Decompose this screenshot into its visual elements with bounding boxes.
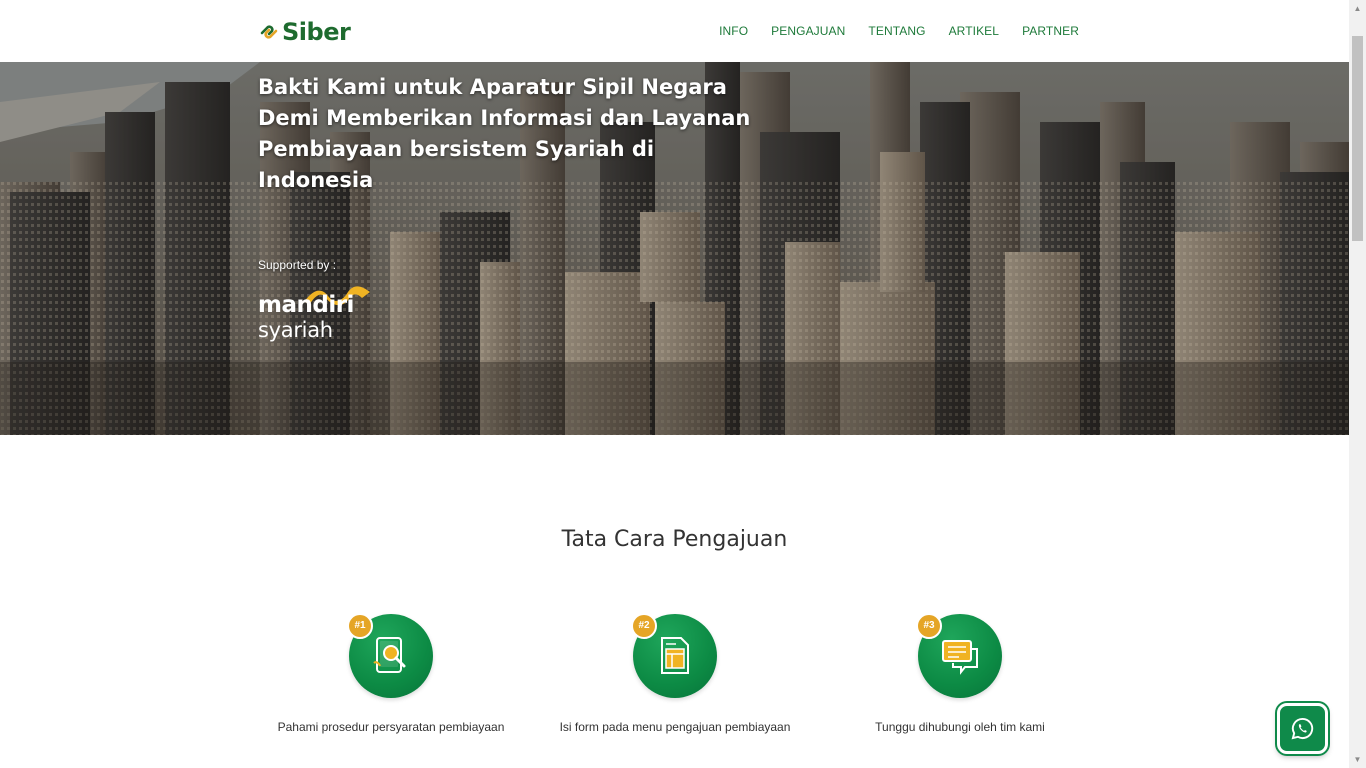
step-circle: #2 bbox=[631, 613, 717, 698]
brand-name: Siber bbox=[282, 18, 351, 46]
scroll-down-arrow-icon[interactable]: ▼ bbox=[1349, 751, 1366, 768]
page: Bakti Kami untuk Aparatur Sipil Negara D… bbox=[0, 0, 1366, 768]
search-document-icon bbox=[373, 637, 406, 673]
partner-name-line2: syariah bbox=[258, 318, 333, 342]
step-card-3: #3 Tunggu dihubungi oleh tim kami bbox=[830, 613, 1090, 734]
top-navbar: Siber INFO PENGAJUAN TENTANG ARTIKEL PAR… bbox=[0, 0, 1349, 62]
nav-pengajuan[interactable]: PENGAJUAN bbox=[771, 24, 845, 38]
whatsapp-icon bbox=[1291, 717, 1314, 740]
siber-logo-icon bbox=[260, 25, 278, 39]
nav-partner[interactable]: PARTNER bbox=[1022, 24, 1079, 38]
step-card-1: #1 Pahami prosedur persyaratan pembiayaa… bbox=[261, 613, 521, 734]
nav-tentang[interactable]: TENTANG bbox=[868, 24, 925, 38]
brand-logo[interactable]: Siber bbox=[258, 18, 351, 46]
partner-name-line1: mandiri bbox=[258, 292, 354, 318]
scroll-up-arrow-icon[interactable]: ▲ bbox=[1349, 0, 1366, 17]
mandiri-syariah-logo[interactable]: mandiri syariah bbox=[258, 284, 378, 346]
steps-section-title: Tata Cara Pengajuan bbox=[561, 527, 788, 552]
supported-by-label: Supported by : bbox=[258, 258, 337, 272]
hero-banner: Bakti Kami untuk Aparatur Sipil Negara D… bbox=[0, 62, 1349, 435]
form-document-icon bbox=[661, 637, 689, 674]
hero-title: Bakti Kami untuk Aparatur Sipil Negara D… bbox=[258, 75, 751, 192]
nav-info[interactable]: INFO bbox=[719, 24, 748, 38]
step-circle: #3 bbox=[916, 613, 1002, 698]
chat-bubbles-icon bbox=[942, 640, 978, 675]
step-caption: Tunggu dihubungi oleh tim kami bbox=[875, 720, 1045, 734]
main-nav: INFO PENGAJUAN TENTANG ARTIKEL PARTNER bbox=[719, 24, 1079, 38]
step-caption: Isi form pada menu pengajuan pembiayaan bbox=[559, 720, 791, 734]
step-caption: Pahami prosedur persyaratan pembiayaan bbox=[277, 720, 505, 734]
scrollbar-thumb[interactable] bbox=[1352, 36, 1363, 241]
whatsapp-chat-button[interactable] bbox=[1277, 703, 1328, 754]
step-circle: #1 bbox=[347, 613, 433, 698]
page-scrollbar[interactable]: ▲ ▼ bbox=[1349, 0, 1366, 768]
step-card-2: #2 Isi form pada menu pengajuan pembiaya… bbox=[545, 613, 805, 734]
nav-artikel[interactable]: ARTIKEL bbox=[949, 24, 1000, 38]
